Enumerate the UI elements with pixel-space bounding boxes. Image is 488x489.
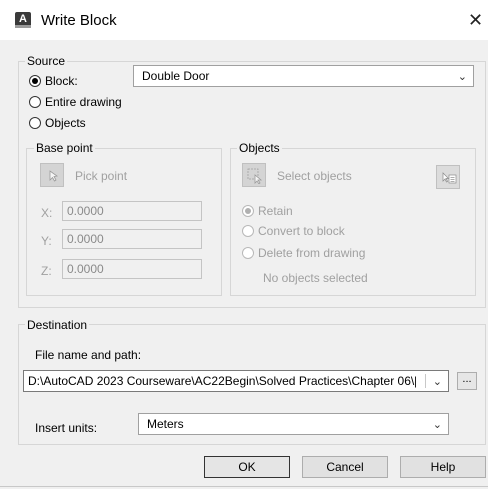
pick-point-label: Pick point xyxy=(75,169,128,183)
block-radio-label[interactable]: Block: xyxy=(45,74,78,88)
block-name-value: Double Door xyxy=(142,69,210,83)
entire-drawing-radio-label[interactable]: Entire drawing xyxy=(45,95,122,109)
convert-to-block-radio-label[interactable]: Convert to block xyxy=(258,224,345,238)
quick-select-icon xyxy=(442,172,457,184)
convert-to-block-radio[interactable] xyxy=(242,225,254,237)
selection-status: No objects selected xyxy=(263,271,368,285)
quick-select-button[interactable] xyxy=(436,165,460,189)
destination-group-label: Destination xyxy=(25,318,90,332)
autocad-app-icon: A xyxy=(15,12,31,28)
chevron-down-icon: ⌄ xyxy=(457,71,467,83)
objects-group-label: Objects xyxy=(237,141,282,155)
objects-radio-label[interactable]: Objects xyxy=(45,116,86,130)
ok-button[interactable]: OK xyxy=(204,456,290,478)
file-path-value: D:\AutoCAD 2023 Courseware\AC22Begin\Sol… xyxy=(28,374,416,388)
chevron-down-icon: ⌄ xyxy=(432,419,442,431)
pick-point-icon xyxy=(49,170,59,182)
block-name-select[interactable]: Double Door ⌄ xyxy=(133,65,474,87)
cancel-button[interactable]: Cancel xyxy=(302,456,388,478)
z-coordinate-field[interactable]: 0.0000 xyxy=(62,259,202,279)
pick-point-button[interactable] xyxy=(40,163,64,187)
objects-radio[interactable] xyxy=(29,117,41,129)
select-objects-icon xyxy=(247,168,263,184)
source-group-label: Source xyxy=(25,54,68,68)
chevron-down-icon: ⌄ xyxy=(432,376,442,388)
select-objects-label: Select objects xyxy=(277,169,352,183)
delete-from-drawing-radio[interactable] xyxy=(242,247,254,259)
insert-units-select[interactable]: Meters ⌄ xyxy=(138,413,449,435)
title-bar: A Write Block ✕ xyxy=(0,0,488,40)
x-label: X: xyxy=(41,206,53,220)
app-icon-letter: A xyxy=(19,13,27,25)
retain-radio[interactable] xyxy=(242,205,254,217)
file-path-combobox[interactable]: D:\AutoCAD 2023 Courseware\AC22Begin\Sol… xyxy=(23,370,449,392)
close-icon[interactable]: ✕ xyxy=(468,10,483,31)
delete-from-drawing-radio-label[interactable]: Delete from drawing xyxy=(258,246,365,260)
retain-radio-label[interactable]: Retain xyxy=(258,204,293,218)
file-name-label: File name and path: xyxy=(35,348,142,362)
insert-units-value: Meters xyxy=(147,417,184,431)
entire-drawing-radio[interactable] xyxy=(29,96,41,108)
browse-button[interactable]: ... xyxy=(457,372,477,390)
x-coordinate-field[interactable]: 0.0000 xyxy=(62,201,202,221)
help-button[interactable]: Help xyxy=(400,456,486,478)
block-radio[interactable] xyxy=(29,75,41,87)
y-label: Y: xyxy=(41,234,52,248)
select-objects-button[interactable] xyxy=(242,163,266,187)
insert-units-label: Insert units: xyxy=(35,421,98,435)
y-coordinate-field[interactable]: 0.0000 xyxy=(62,229,202,249)
base-point-group-label: Base point xyxy=(34,141,95,155)
z-label: Z: xyxy=(41,264,52,278)
window-title: Write Block xyxy=(41,12,117,29)
